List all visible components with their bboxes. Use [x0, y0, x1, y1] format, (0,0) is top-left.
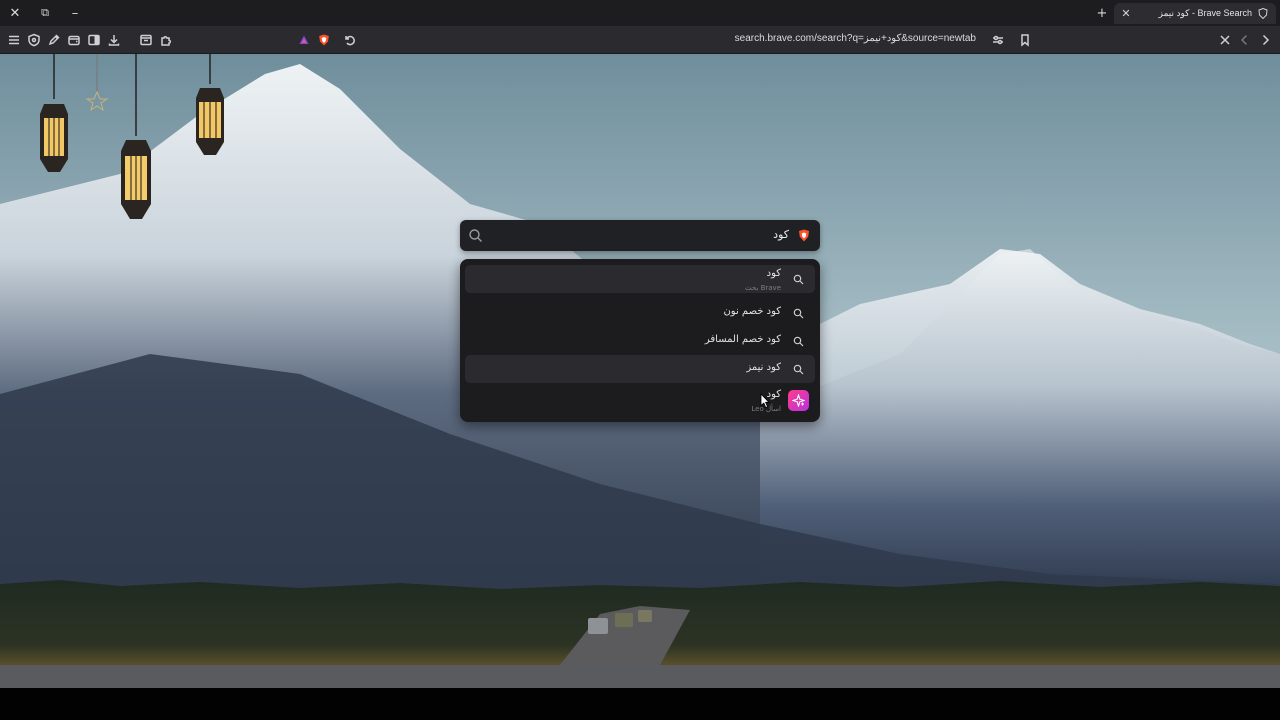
suggestion-item[interactable]: كود نيمز [465, 355, 815, 383]
mouse-cursor-icon [760, 393, 770, 409]
screenshot-icon[interactable] [136, 30, 156, 50]
favicon-icon [1256, 7, 1270, 21]
suggestion-label: كود [766, 268, 781, 279]
leo-icon [788, 390, 809, 411]
extensions-icon[interactable] [156, 30, 176, 50]
status-strip [0, 665, 1280, 688]
taskbar-area [0, 688, 1280, 720]
reload-icon[interactable] [340, 30, 360, 50]
tab-title: كود نيمز - Brave Search [1158, 8, 1252, 18]
suggestion-item[interactable]: كود Brave بحث [465, 265, 815, 293]
window-restore-button[interactable]: ⧉ [30, 0, 60, 26]
bookmark-icon[interactable] [1015, 30, 1035, 50]
url-text[interactable]: search.brave.com/search?q=كود+نيمز&sourc… [735, 33, 976, 44]
close-icon[interactable] [1215, 30, 1235, 50]
search-icon [469, 229, 482, 242]
window-minimize-button[interactable]: – [60, 0, 90, 26]
suggestion-item[interactable]: كود خصم المسافر [465, 327, 815, 355]
suggestion-label: كود خصم نون [723, 306, 781, 317]
tab-close-button[interactable]: ✕ [1114, 3, 1138, 24]
tab-active[interactable]: ✕ كود نيمز - Brave Search [1114, 3, 1276, 24]
brave-logo-icon [799, 229, 809, 242]
minimize-icon: – [71, 5, 79, 21]
back-icon[interactable] [1235, 30, 1255, 50]
tab-bar: ✕ ⧉ – + ✕ كود نيمز - Brave Search [0, 0, 1280, 26]
forward-icon[interactable] [1255, 30, 1275, 50]
search-icon [793, 364, 804, 375]
new-tab-page: كود كود Brave بحث كود خصم نون كود خصم ال… [0, 54, 1280, 688]
menu-icon[interactable] [4, 30, 24, 50]
new-tab-button[interactable]: + [1092, 2, 1112, 24]
download-icon[interactable] [104, 30, 124, 50]
toolbar: search.brave.com/search?q=كود+نيمز&sourc… [0, 26, 1280, 54]
tune-icon[interactable] [988, 30, 1008, 50]
plus-icon: + [1096, 5, 1108, 21]
sidebar-icon[interactable] [84, 30, 104, 50]
restore-icon: ⧉ [41, 6, 49, 19]
search-input[interactable]: كود [773, 228, 789, 241]
suggestion-label: كود خصم المسافر [704, 334, 781, 345]
brave-shields-icon[interactable] [314, 30, 334, 50]
shield-icon[interactable] [24, 30, 44, 50]
close-icon: ✕ [9, 5, 21, 21]
search-icon [793, 308, 804, 319]
close-icon: ✕ [1121, 7, 1131, 20]
suggestion-item[interactable]: كود خصم نون [465, 299, 815, 327]
search-icon [793, 336, 804, 347]
wallet-icon[interactable] [64, 30, 84, 50]
brave-rewards-icon[interactable] [294, 30, 314, 50]
suggestion-sub: Brave بحث [745, 284, 781, 292]
window-close-button[interactable]: ✕ [0, 0, 30, 26]
suggestion-label: كود نيمز [746, 362, 781, 373]
address-bar[interactable]: search.brave.com/search?q=كود+نيمز&sourc… [290, 29, 1008, 51]
search-box[interactable]: كود [460, 220, 820, 251]
search-icon [793, 274, 804, 285]
pen-icon[interactable] [44, 30, 64, 50]
